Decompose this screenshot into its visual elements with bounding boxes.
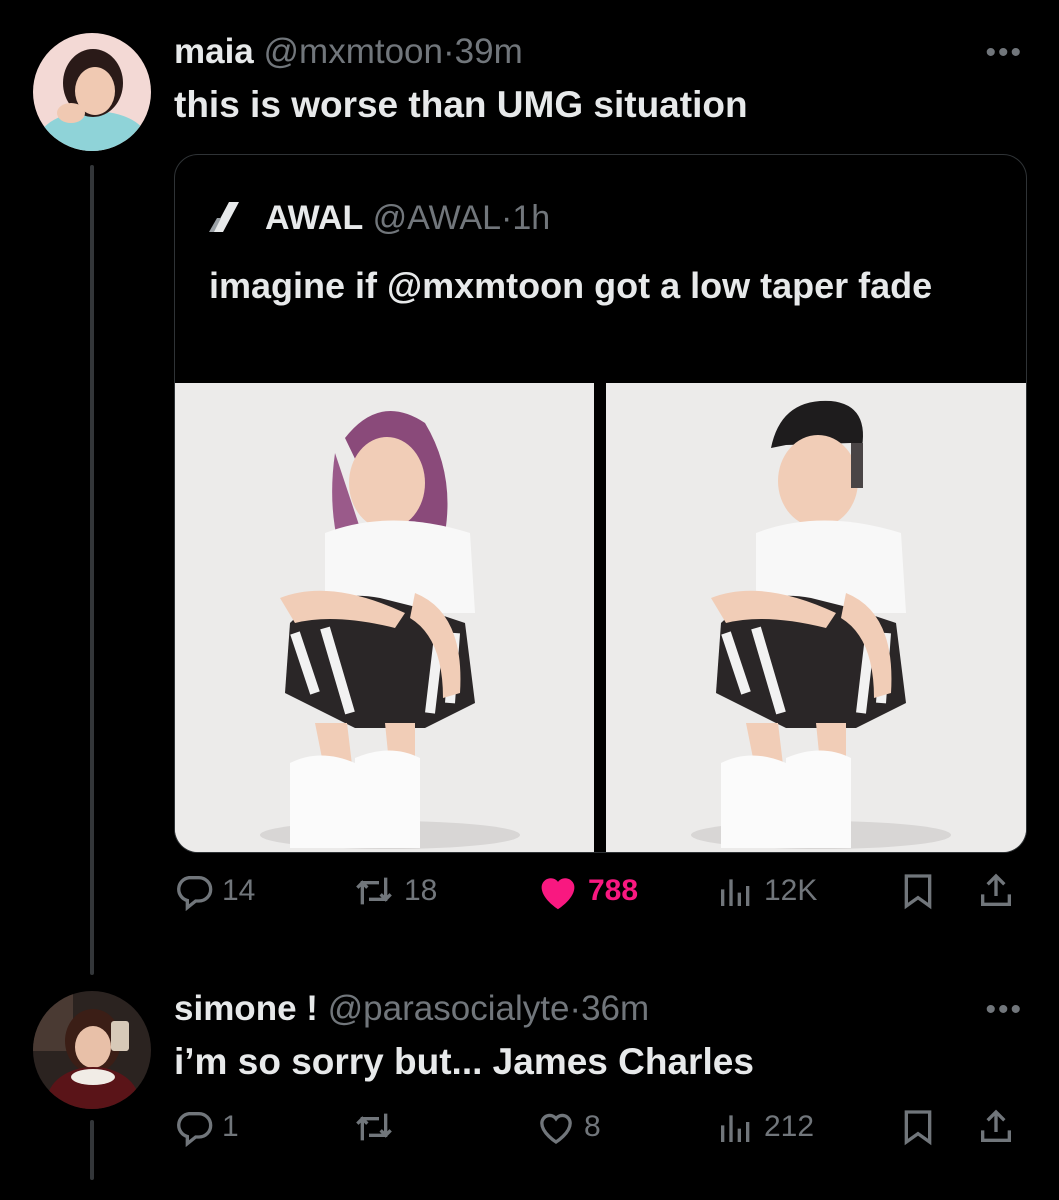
share-icon (981, 1109, 1011, 1142)
tweet-maia[interactable]: maia @mxmtoon·39m ••• this is worse than… (0, 0, 1059, 980)
reply-icon (177, 1112, 213, 1147)
views-icon (721, 879, 750, 906)
repost-count: 18 (404, 874, 438, 907)
tweet-actions: 14 18 788 12K (174, 871, 1024, 921)
avatar-maia[interactable] (33, 33, 151, 151)
bookmark-icon (904, 874, 932, 910)
quote-display-name[interactable]: AWAL (265, 199, 363, 237)
tweet-text: i’m so sorry but... James Charles (174, 1041, 754, 1082)
reply-count: 14 (222, 874, 256, 907)
display-name[interactable]: maia (174, 32, 254, 71)
user-handle[interactable]: @parasocialyte (328, 989, 570, 1028)
timestamp[interactable]: 36m (581, 989, 649, 1028)
tweet-actions: 1 8 212 (174, 1107, 1024, 1157)
user-handle[interactable]: @mxmtoon (264, 32, 443, 71)
reply-button[interactable]: 14 (174, 871, 255, 911)
separator-dot: · (501, 199, 513, 237)
awal-logo[interactable] (209, 202, 243, 241)
repost-button[interactable]: 18 (352, 871, 437, 911)
quote-text: imagine if @mxmtoon got a low taper fade (209, 265, 933, 306)
thread-line (90, 165, 94, 975)
like-count: 788 (588, 874, 639, 907)
more-icon[interactable]: ••• (985, 993, 1023, 1027)
tweet-text: this is worse than UMG situation (174, 84, 748, 125)
like-icon (540, 1113, 572, 1144)
views-button[interactable]: 212 (716, 1107, 814, 1147)
reply-button[interactable]: 1 (174, 1107, 239, 1147)
quoted-tweet[interactable]: AWAL @AWAL·1h imagine if @mxmtoon got a … (174, 154, 1027, 853)
tweet-header: simone ! @parasocialyte·36m (174, 989, 649, 1029)
like-button[interactable]: 8 (536, 1107, 601, 1147)
reply-icon (177, 876, 213, 911)
separator-dot: · (442, 32, 455, 71)
more-icon[interactable]: ••• (985, 36, 1023, 70)
thread-line (90, 1120, 94, 1180)
quote-user-handle[interactable]: @AWAL (373, 199, 501, 237)
like-count: 8 (584, 1110, 601, 1143)
quote-header: AWAL @AWAL·1h (209, 199, 550, 241)
display-name[interactable]: simone ! (174, 989, 318, 1028)
tweet-simone[interactable]: simone ! @parasocialyte·36m ••• i’m so s… (0, 980, 1059, 1200)
quote-timestamp[interactable]: 1h (512, 199, 550, 237)
repost-icon (356, 1113, 392, 1141)
timestamp[interactable]: 39m (455, 32, 523, 71)
views-count: 12K (764, 874, 818, 907)
like-icon (541, 878, 575, 910)
bookmark-button[interactable] (898, 1107, 938, 1147)
person-photo-edited[interactable] (606, 383, 1026, 852)
share-icon (981, 873, 1011, 906)
share-button[interactable] (976, 1107, 1016, 1147)
like-button[interactable]: 788 (536, 871, 638, 911)
tweet-header: maia @mxmtoon·39m (174, 32, 523, 72)
separator-dot: · (569, 989, 582, 1028)
bookmark-button[interactable] (898, 871, 938, 911)
bookmark-icon (904, 1110, 932, 1146)
repost-button[interactable] (352, 1107, 404, 1147)
reply-count: 1 (222, 1110, 239, 1143)
repost-icon (356, 877, 392, 905)
share-button[interactable] (976, 871, 1016, 911)
avatar-simone[interactable] (33, 991, 151, 1109)
views-icon (721, 1115, 750, 1142)
views-count: 212 (764, 1110, 815, 1143)
person-photo-original[interactable] (175, 383, 594, 852)
views-button[interactable]: 12K (716, 871, 817, 911)
